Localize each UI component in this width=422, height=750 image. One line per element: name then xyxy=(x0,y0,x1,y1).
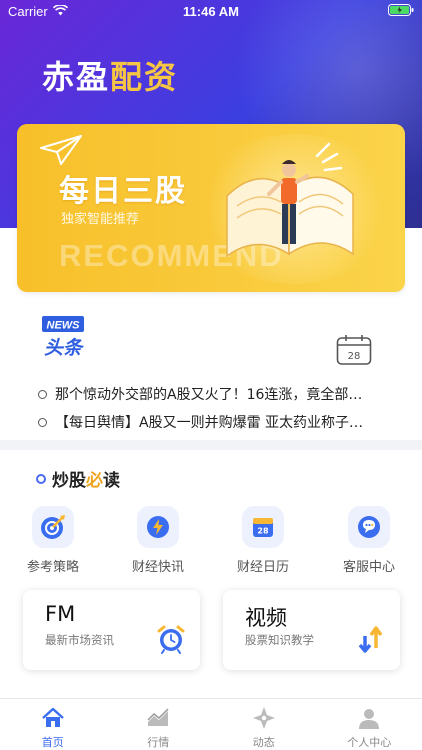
brand-logo: 赤盈 配资 xyxy=(42,52,178,98)
compass-icon xyxy=(211,707,317,729)
svg-text:NEWS: NEWS xyxy=(47,320,81,332)
fm-card[interactable]: FM 最新市场资讯 xyxy=(23,590,200,670)
tab-home[interactable]: 首页 xyxy=(0,699,106,750)
tab-feed[interactable]: 动态 xyxy=(211,699,317,750)
section-title: 炒股必读 xyxy=(36,466,120,491)
tab-profile[interactable]: 个人中心 xyxy=(317,699,422,750)
up-down-arrows-icon xyxy=(356,624,386,660)
banner-title: 每日三股 xyxy=(59,174,187,209)
bullet-icon xyxy=(38,417,47,427)
news-list: 那个惊动外交部的A股又火了！16连涨，竟全部… 【每日舆情】A股又一则并购爆雷 … xyxy=(38,380,410,436)
card-subtitle: 股票知识教学 xyxy=(245,633,314,647)
target-icon xyxy=(32,506,74,548)
calendar-icon: 28 xyxy=(242,506,284,548)
news-item[interactable]: 【每日舆情】A股又一则并购爆雷 亚太药业称子… xyxy=(38,408,410,436)
section-bullet-icon xyxy=(36,473,46,484)
section-divider xyxy=(0,440,422,450)
feature-label: 参考策略 xyxy=(26,560,79,575)
news-calendar-icon[interactable]: 28 xyxy=(336,334,372,370)
feature-label: 客服中心 xyxy=(342,560,395,575)
calendar-badge: 28 xyxy=(257,527,269,536)
news-headlines-logo: NEWS 头条 xyxy=(40,316,86,362)
card-title: 视频 xyxy=(245,606,287,630)
reading-person-illustration xyxy=(217,136,367,280)
bottom-tab-bar: 首页 行情 动态 个人中心 xyxy=(0,698,422,750)
feature-strategy[interactable]: 参考策略 xyxy=(8,506,98,575)
lightning-icon xyxy=(137,506,179,548)
banner-subtitle: 独家智能推荐 xyxy=(61,212,140,227)
news-calendar-day: 28 xyxy=(348,351,361,362)
svg-text:头条: 头条 xyxy=(44,337,85,358)
chart-icon xyxy=(106,707,212,729)
chat-icon xyxy=(348,506,390,548)
bullet-icon xyxy=(38,389,47,399)
card-title: FM xyxy=(45,602,76,626)
section-title-highlight: 必 xyxy=(86,471,103,491)
feature-customer-service[interactable]: 客服中心 xyxy=(324,506,414,575)
tab-label: 动态 xyxy=(252,736,275,749)
brand-text-accent: 配资 xyxy=(110,58,179,96)
tab-label: 个人中心 xyxy=(347,736,392,749)
feature-grid: 参考策略 财经快讯 28 财经日历 客服中心 xyxy=(0,506,422,576)
tab-label: 行情 xyxy=(147,736,170,749)
brand-text-primary: 赤盈 xyxy=(42,58,111,96)
feature-label: 财经快讯 xyxy=(131,560,184,575)
home-icon xyxy=(0,707,106,729)
tab-label: 首页 xyxy=(41,736,64,749)
feature-label: 财经日历 xyxy=(236,560,289,575)
feature-flash-news[interactable]: 财经快讯 xyxy=(113,506,203,575)
news-item-text: 那个惊动外交部的A股又火了！16连涨，竟全部… xyxy=(55,387,363,403)
tab-market[interactable]: 行情 xyxy=(106,699,212,750)
news-item-text: 【每日舆情】A股又一则并购爆雷 亚太药业称子… xyxy=(55,415,364,431)
person-icon xyxy=(317,707,422,729)
section-title-prefix: 炒股 xyxy=(52,471,86,491)
video-card[interactable]: 视频 股票知识教学 xyxy=(223,590,400,670)
card-subtitle: 最新市场资讯 xyxy=(45,633,114,647)
news-item[interactable]: 那个惊动外交部的A股又火了！16连涨，竟全部… xyxy=(38,380,410,408)
status-time: 11:46 AM xyxy=(183,3,239,19)
status-bar: Carrier 11:46 AM xyxy=(0,0,422,22)
section-title-suffix: 读 xyxy=(103,471,120,491)
feature-finance-calendar[interactable]: 28 财经日历 xyxy=(218,506,308,575)
daily-stocks-banner[interactable]: 每日三股 独家智能推荐 RECOMMEND xyxy=(17,124,405,292)
alarm-clock-icon xyxy=(156,624,186,658)
